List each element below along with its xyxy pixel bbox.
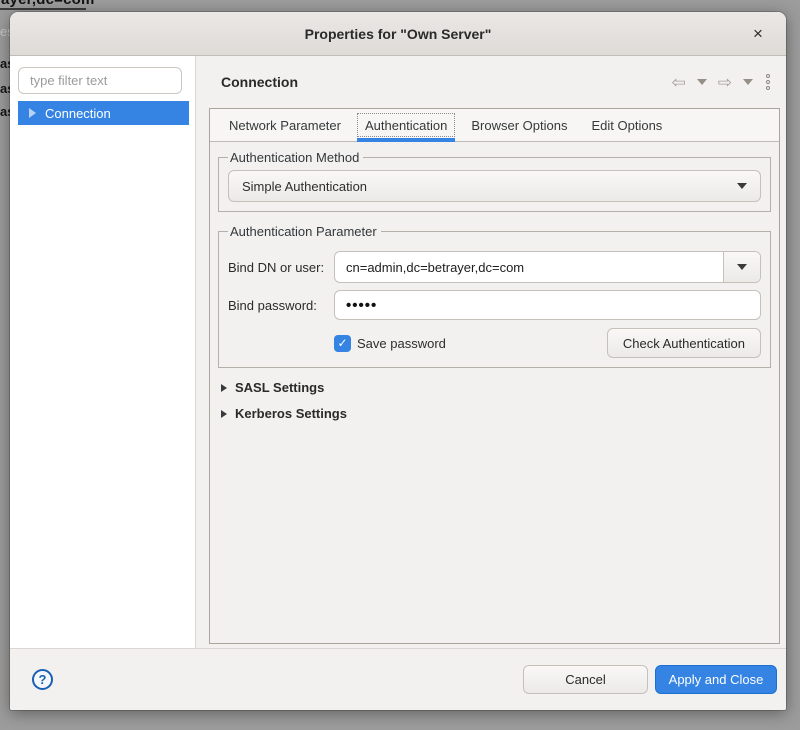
sasl-settings-expander[interactable]: SASL Settings [221,380,771,395]
footer-buttons: Cancel Apply and Close [523,665,777,694]
apply-and-close-button[interactable]: Apply and Close [655,665,777,694]
tab-edit-options[interactable]: Edit Options [582,109,671,141]
check-authentication-button[interactable]: Check Authentication [607,328,761,358]
bind-dn-label: Bind DN or user: [228,260,334,275]
help-icon[interactable]: ? [32,669,53,690]
expander-arrow-icon [221,384,227,392]
bind-dn-dropdown-button[interactable] [723,252,760,282]
tab-bar: Network Parameter Authentication Browser… [210,109,779,142]
tab-folder: Network Parameter Authentication Browser… [209,108,780,644]
chevron-down-icon [737,264,747,270]
connection-panel: Connection ⇦ ⇨ Network Parameter Authent… [196,56,786,648]
sidebar-item-connection[interactable]: Connection [18,101,189,125]
close-icon[interactable]: × [746,22,770,46]
background-dn-text: ayer,dc=com [1,0,95,8]
kerberos-settings-expander[interactable]: Kerberos Settings [221,406,771,421]
dialog-body: Connection Connection ⇦ ⇨ Network Parame… [10,56,786,648]
back-icon[interactable]: ⇦ [672,74,686,91]
group-legend: Authentication Parameter [228,224,381,239]
group-legend: Authentication Method [228,150,363,165]
header-nav-icons: ⇦ ⇨ [672,74,771,91]
expander-arrow-icon [221,410,227,418]
bind-password-label: Bind password: [228,298,334,313]
save-password-checkbox-group[interactable]: ✓ Save password [334,335,446,352]
properties-dialog: Properties for "Own Server" × Connection… [10,12,786,710]
authentication-tab-content: Authentication Method Simple Authenticat… [210,142,779,643]
bind-dn-value[interactable]: cn=admin,dc=betrayer,dc=com [335,252,723,282]
properties-sidebar: Connection [10,56,196,648]
background-underline [0,8,86,10]
bind-password-field[interactable]: ••••• [334,290,761,320]
bind-dn-combo[interactable]: cn=admin,dc=betrayer,dc=com [334,251,761,283]
selected-method: Simple Authentication [242,179,367,194]
filter-input[interactable] [18,67,182,94]
page-title: Connection [221,74,672,90]
dialog-titlebar[interactable]: Properties for "Own Server" × [10,12,786,56]
password-actions-row: ✓ Save password Check Authentication [228,328,761,358]
bind-dn-row: Bind DN or user: cn=admin,dc=betrayer,dc… [228,251,761,283]
sidebar-item-label: Connection [45,106,111,121]
check-icon: ✓ [337,337,347,349]
tab-browser-options[interactable]: Browser Options [462,109,576,141]
dialog-footer: ? Cancel Apply and Close [10,648,786,710]
dialog-title: Properties for "Own Server" [305,26,492,42]
tab-network-parameter[interactable]: Network Parameter [220,109,350,141]
tree-expander-icon[interactable] [29,108,36,118]
back-dropdown-icon[interactable] [697,79,707,85]
forward-dropdown-icon[interactable] [743,79,753,85]
panel-header: Connection ⇦ ⇨ [196,56,786,108]
save-password-label: Save password [357,336,446,351]
forward-icon[interactable]: ⇨ [718,74,732,91]
cancel-button[interactable]: Cancel [523,665,648,694]
bind-password-row: Bind password: ••••• [228,290,761,320]
chevron-down-icon [737,183,747,189]
tab-authentication[interactable]: Authentication [356,109,456,141]
authentication-method-select[interactable]: Simple Authentication [228,170,761,202]
authentication-method-group: Authentication Method Simple Authenticat… [218,150,771,212]
authentication-parameter-group: Authentication Parameter Bind DN or user… [218,224,771,368]
save-password-checkbox[interactable]: ✓ [334,335,351,352]
view-menu-icon[interactable] [766,74,770,90]
